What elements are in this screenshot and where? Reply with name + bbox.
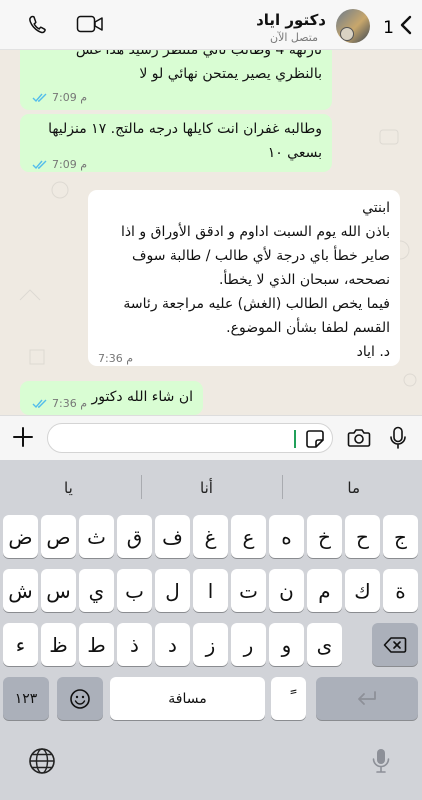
emoji-key[interactable] xyxy=(57,677,103,720)
numbers-key[interactable]: ١٢٣ xyxy=(3,677,49,720)
key[interactable]: ي xyxy=(79,569,114,612)
key[interactable]: ث xyxy=(79,515,114,558)
message-bubble-outgoing[interactable]: ان شاء الله دكتور 7:36 م xyxy=(20,381,203,415)
key[interactable]: د xyxy=(155,623,190,666)
key[interactable]: ا xyxy=(193,569,228,612)
contact-name[interactable]: دكتور اياد xyxy=(256,11,326,29)
sticker-icon[interactable] xyxy=(305,429,325,449)
message-bubble-incoming[interactable]: ابنتي باذن الله يوم السبت اداوم و ادقق ا… xyxy=(88,190,400,366)
backspace-icon xyxy=(383,636,407,653)
message-meta: 7:36 م xyxy=(98,347,133,371)
message-time: 7:09 م xyxy=(52,158,88,171)
suggestion-1[interactable]: ما xyxy=(347,479,360,497)
chat-header: 1 دكتور اياد متصل الآن xyxy=(0,0,422,50)
key[interactable]: ع xyxy=(231,515,266,558)
message-meta: 7:09 م xyxy=(32,153,87,177)
message-text: نازلهة 4 وطالب ثاني منتظر رشيد هذا غش xyxy=(75,50,322,58)
message-meta: 7:09 م xyxy=(32,86,87,110)
read-ticks-icon xyxy=(32,160,47,170)
return-icon xyxy=(358,690,376,705)
text-caret xyxy=(294,430,296,448)
suggestion-3[interactable]: يا xyxy=(64,479,73,497)
return-key[interactable] xyxy=(316,677,418,720)
keyboard: ما أنا يا ج ح خ ه ع غ ف ق ث ص ض ة ك م ن … xyxy=(0,460,422,800)
backspace-key[interactable] xyxy=(372,623,418,666)
key[interactable]: ص xyxy=(41,515,76,558)
read-ticks-icon xyxy=(32,93,47,103)
suggestion-divider xyxy=(141,475,142,499)
message-text: ابنتي xyxy=(362,200,390,216)
message-text: د. اياد xyxy=(356,344,390,360)
space-key[interactable]: مسافة xyxy=(110,677,265,720)
mic-icon[interactable] xyxy=(390,426,406,450)
key[interactable]: و xyxy=(269,623,304,666)
key[interactable]: ط xyxy=(79,623,114,666)
chat-area[interactable]: نازلهة 4 وطالب ثاني منتظر رشيد هذا غش با… xyxy=(0,50,422,415)
plus-icon[interactable] xyxy=(11,425,35,449)
key[interactable]: ح xyxy=(345,515,380,558)
key[interactable]: ب xyxy=(117,569,152,612)
suggestion-divider xyxy=(282,475,283,499)
contact-status: متصل الآن xyxy=(270,31,318,44)
key[interactable]: ه xyxy=(269,515,304,558)
message-text: وطالبه غفران انت كايلها درجه مالتج. ١٧ م… xyxy=(48,121,322,137)
video-call-icon[interactable] xyxy=(76,13,104,35)
read-ticks-icon xyxy=(32,399,47,409)
key[interactable]: ل xyxy=(155,569,190,612)
key[interactable]: ة xyxy=(383,569,418,612)
message-text: نصححه، سبحان الذي لا يخطأ. xyxy=(218,272,390,288)
globe-icon[interactable] xyxy=(28,747,56,775)
key[interactable]: ش xyxy=(3,569,38,612)
message-text: فيما يخص الطالب (الغش) عليه مراجعة رئاسة xyxy=(123,296,390,312)
back-chevron-icon[interactable] xyxy=(400,15,412,35)
suggestion-2[interactable]: أنا xyxy=(200,479,213,497)
message-bubble-outgoing[interactable]: نازلهة 4 وطالب ثاني منتظر رشيد هذا غش با… xyxy=(20,50,332,110)
message-text: صاير خطأ باي درجة لأي طالب / طالبة سوف xyxy=(131,248,390,264)
message-text: القسم لطفا بشأن الموضوع. xyxy=(226,320,390,336)
key[interactable]: ر xyxy=(231,623,266,666)
camera-icon[interactable] xyxy=(347,428,371,448)
message-text: ان شاء الله دكتور xyxy=(91,389,193,405)
key[interactable]: ج xyxy=(383,515,418,558)
key[interactable]: ك xyxy=(345,569,380,612)
key[interactable]: ظ xyxy=(41,623,76,666)
message-time: 7:09 م xyxy=(52,91,88,104)
dictation-mic-icon[interactable] xyxy=(372,747,390,775)
avatar[interactable] xyxy=(336,9,370,43)
message-time: 7:36 م xyxy=(98,352,134,365)
key[interactable]: ت xyxy=(231,569,266,612)
message-input[interactable] xyxy=(47,423,333,453)
key[interactable]: خ xyxy=(307,515,342,558)
message-bubble-outgoing[interactable]: وطالبه غفران انت كايلها درجه مالتج. ١٧ م… xyxy=(20,114,332,172)
key[interactable]: ف xyxy=(155,515,190,558)
message-input-bar xyxy=(0,415,422,460)
diacritic-key[interactable]: ً xyxy=(271,677,306,720)
key[interactable]: ن xyxy=(269,569,304,612)
key[interactable]: ء xyxy=(3,623,38,666)
key[interactable]: س xyxy=(41,569,76,612)
message-text: باذن الله يوم السبت اداوم و ادقق الأوراق… xyxy=(120,224,390,240)
key[interactable]: ق xyxy=(117,515,152,558)
message-time: 7:36 م xyxy=(52,397,88,410)
message-text: بالنظري يصير يمتحن نهائي لو لا xyxy=(139,66,322,82)
key[interactable]: ز xyxy=(193,623,228,666)
key[interactable]: غ xyxy=(193,515,228,558)
emoji-icon xyxy=(70,688,90,709)
unread-count[interactable]: 1 xyxy=(383,18,394,38)
key[interactable]: ذ xyxy=(117,623,152,666)
phone-icon[interactable] xyxy=(26,13,50,37)
message-meta: 7:36 م xyxy=(32,392,87,415)
key[interactable]: ض xyxy=(3,515,38,558)
key[interactable]: ى xyxy=(307,623,342,666)
key[interactable]: م xyxy=(307,569,342,612)
